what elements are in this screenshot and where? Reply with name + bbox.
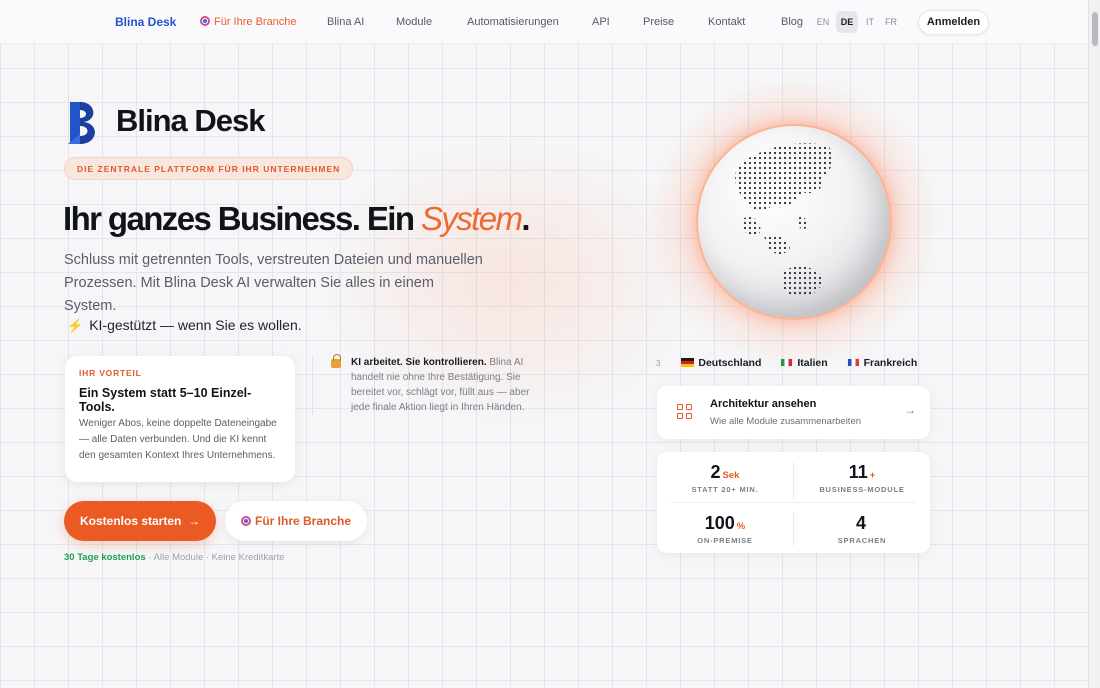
blina-logo-icon <box>68 102 95 144</box>
nav-item-automatisierungen[interactable]: Automatisierungen <box>467 16 559 28</box>
architecture-subtitle: Wie alle Module zusammenarbeiten <box>710 416 862 427</box>
stats-card: 2 Sek STATT 20+ MIN. 11 + BUSINESS-MODULE … <box>657 452 930 553</box>
france-flag-icon <box>846 358 860 367</box>
stats-divider <box>671 502 916 503</box>
stat-onpremise-label: ON-PREMISE <box>697 536 753 545</box>
stat-speed-label: STATT 20+ MIN. <box>691 485 759 494</box>
stat-modules-label: BUSINESS-MODULE <box>819 485 905 494</box>
trial-note: 30 Tage kostenlos · Alle Module · Keine … <box>64 552 285 563</box>
logo-text: Blina Desk <box>116 103 266 138</box>
architecture-title: Architektur ansehen <box>710 398 817 410</box>
lang-it[interactable]: IT <box>859 11 881 33</box>
stat-modules-unit: + <box>869 470 876 481</box>
globe-illustration <box>642 70 946 374</box>
login-button[interactable]: Anmelden <box>918 10 989 35</box>
country-france-label: Frankreich <box>863 357 918 369</box>
ki-control-bold: KI arbeitet. Sie kontrollieren. <box>351 357 487 368</box>
nav-branche-label: Für Ihre Branche <box>214 16 297 28</box>
country-count: 3 <box>656 359 661 368</box>
lock-icon <box>331 354 341 368</box>
country-germany-label: Deutschland <box>698 357 762 369</box>
nav-item-api[interactable]: API <box>592 16 610 28</box>
trial-rest: · Alle Module · Keine Kreditkarte <box>145 552 285 563</box>
advantage-text: Weniger Abos, keine doppelte Dateneingab… <box>79 418 277 461</box>
top-navigation: Blina Desk Für Ihre Branche Blina AI Mod… <box>0 0 1088 44</box>
ki-line: ⚡ KI-gestützt — wenn Sie es wollen. <box>67 317 302 334</box>
country-france: Frankreich <box>846 357 918 369</box>
country-italy: Italien <box>780 357 828 369</box>
page-title: Ihr ganzes Business. Ein System. <box>63 200 530 238</box>
grid-icon <box>677 404 692 419</box>
stats-divider <box>793 512 794 546</box>
nav-brand-link[interactable]: Blina Desk <box>115 15 176 29</box>
stat-speed-value: 2 <box>710 462 721 482</box>
stat-speed-unit: Sek <box>722 470 740 481</box>
nav-item-kontakt[interactable]: Kontakt <box>708 16 745 28</box>
start-free-label: Kostenlos starten <box>79 514 182 528</box>
trial-highlight: 30 Tage kostenlos <box>64 552 146 563</box>
architecture-link-card[interactable]: Architektur ansehen Wie alle Module zusa… <box>657 386 930 439</box>
globe-dot-map <box>735 143 834 297</box>
scrollbar-thumb[interactable] <box>1092 12 1098 46</box>
lang-de[interactable]: DE <box>836 11 858 33</box>
ki-control-text: KI arbeitet. Sie kontrollieren. Blina AI… <box>351 355 534 415</box>
stat-speed: 2 Sek STATT 20+ MIN. <box>657 462 793 494</box>
ki-control-note: KI arbeitet. Sie kontrollieren. Blina AI… <box>312 354 534 415</box>
platform-tag: DIE ZENTRALE PLATTFORM FÜR IHR UNTERNEHM… <box>64 157 354 180</box>
lightning-icon: ⚡ <box>67 318 84 333</box>
nav-item-preise[interactable]: Preise <box>643 16 674 28</box>
advantage-label: IHR VORTEIL <box>79 368 142 378</box>
lang-en[interactable]: EN <box>812 11 834 33</box>
target-icon <box>200 16 210 26</box>
italy-flag-icon <box>780 358 794 367</box>
stat-modules: 11 + BUSINESS-MODULE <box>794 462 930 494</box>
branche-button[interactable]: Für Ihre Branche <box>225 501 367 541</box>
headline-end: . <box>521 200 530 237</box>
arrow-right-icon: → <box>904 403 916 417</box>
headline-start: Ihr ganzes Business. Ein <box>63 200 421 237</box>
advantage-card: IHR VORTEIL Ein System statt 5–10 Einzel… <box>65 356 295 482</box>
stat-modules-value: 11 <box>848 462 868 482</box>
hero-subline: Schluss mit getrennten Tools, verstreute… <box>64 252 483 314</box>
target-icon <box>240 516 251 526</box>
headline-emphasis: System <box>420 200 523 237</box>
nav-item-module[interactable]: Module <box>396 16 432 28</box>
stat-onpremise: 100% ON-PREMISE <box>657 513 793 545</box>
stat-languages-value: 4 <box>855 513 866 533</box>
branche-button-label: Für Ihre Branche <box>254 514 352 528</box>
ki-line-text: KI-gestützt — wenn Sie es wollen. <box>89 317 302 333</box>
advantage-title: Ein System statt 5–10 Einzel-Tools. <box>79 386 252 414</box>
stat-languages: 4 SPRACHEN <box>794 513 930 545</box>
nav-item-blog[interactable]: Blog <box>781 16 803 28</box>
country-list: 3 Deutschland Italien Frankreich <box>656 357 933 369</box>
start-free-button[interactable]: Kostenlos starten → <box>64 501 216 541</box>
stat-onpremise-value: 100 <box>704 513 735 533</box>
germany-flag-icon <box>681 358 695 367</box>
globe-icon <box>696 124 892 320</box>
stats-divider <box>793 462 794 500</box>
country-germany: Deutschland <box>681 357 761 369</box>
page-scrollbar[interactable] <box>1088 0 1100 688</box>
arrow-right-icon: → <box>188 514 201 528</box>
nav-branche-link[interactable]: Für Ihre Branche <box>200 16 297 28</box>
lang-fr[interactable]: FR <box>880 11 902 33</box>
stat-onpremise-unit: % <box>736 521 746 532</box>
nav-item-blina-ai[interactable]: Blina AI <box>327 16 364 28</box>
stat-languages-label: SPRACHEN <box>837 536 887 545</box>
country-italy-label: Italien <box>797 357 828 369</box>
